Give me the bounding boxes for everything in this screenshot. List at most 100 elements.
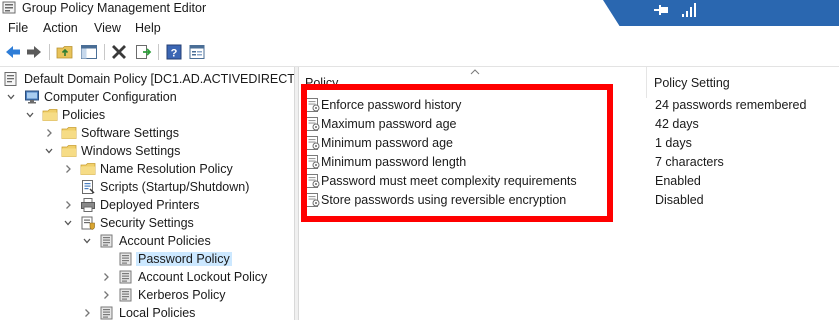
tree-item-label: Account Lockout Policy	[138, 270, 268, 284]
tree-item-label: Security Settings	[100, 216, 194, 230]
tree-item-password-policy[interactable]: Password Policy	[0, 250, 294, 268]
tree-item-label: Kerberos Policy	[138, 288, 226, 302]
tree-item-security-settings[interactable]: Security Settings	[0, 214, 294, 232]
tree-item-windows-settings[interactable]: Windows Settings	[0, 142, 294, 160]
policy-folder-icon	[99, 305, 115, 320]
tree-item-computer-configuration[interactable]: Computer Configuration	[0, 88, 294, 106]
tree-item-name-resolution-policy[interactable]: Name Resolution Policy	[0, 160, 294, 178]
policy-setting-value: Disabled	[655, 193, 704, 207]
list-header: Policy Policy Setting	[299, 67, 839, 98]
policy-setting-icon	[305, 135, 320, 151]
gpo-editor-icon	[2, 1, 16, 14]
policy-row[interactable]: Password must meet complexity requiremen…	[299, 172, 839, 191]
tree-item-label: Local Policies	[119, 306, 196, 320]
expand-chevron-icon[interactable]	[44, 127, 54, 139]
policy-row[interactable]: Enforce password history 24 passwords rem…	[299, 96, 839, 115]
tree-item-label: Computer Configuration	[44, 90, 177, 104]
policy-row[interactable]: Minimum password age 1 days	[299, 134, 839, 153]
expand-chevron-icon[interactable]	[82, 307, 92, 319]
expand-chevron-icon[interactable]	[63, 163, 73, 175]
help-icon[interactable]: ?	[165, 43, 183, 61]
policy-setting-icon	[305, 154, 320, 170]
toolbar: ?	[0, 40, 839, 66]
expand-chevron-icon[interactable]	[63, 199, 73, 211]
tree-item-label: Account Policies	[119, 234, 211, 248]
folder-icon	[80, 161, 96, 177]
delete-icon[interactable]	[110, 43, 128, 61]
up-folder-icon[interactable]	[56, 43, 74, 61]
tree-item-label: Policies	[62, 108, 106, 122]
menu-file[interactable]: File	[8, 21, 28, 36]
policy-name: Store passwords using reversible encrypt…	[321, 193, 567, 207]
collapse-chevron-icon[interactable]	[82, 235, 92, 247]
svg-text:?: ?	[171, 48, 178, 60]
tree-item-label: Password Policy	[136, 252, 232, 266]
signal-strength-icon	[682, 3, 696, 17]
policy-row[interactable]: Minimum password length 7 characters	[299, 153, 839, 172]
menu-view[interactable]: View	[94, 21, 121, 36]
collapse-chevron-icon[interactable]	[44, 145, 54, 157]
tree-item-scripts-startup-shutdown[interactable]: Scripts (Startup/Shutdown)	[0, 178, 294, 196]
menu-help[interactable]: Help	[135, 21, 161, 36]
folder-icon	[42, 107, 58, 123]
forward-icon[interactable]	[25, 43, 43, 61]
policy-setting-icon	[305, 97, 320, 113]
policy-name: Enforce password history	[321, 98, 462, 112]
tree-item-label: Software Settings	[81, 126, 179, 140]
policy-setting-value: 7 characters	[655, 155, 724, 169]
policy-setting-value: 1 days	[655, 136, 692, 150]
policy-setting-icon	[305, 173, 320, 189]
script-icon	[80, 179, 96, 195]
policy-name: Password must meet complexity requiremen…	[321, 174, 577, 188]
tree-item-software-settings[interactable]: Software Settings	[0, 124, 294, 142]
policy-row[interactable]: Maximum password age 42 days	[299, 115, 839, 134]
tree-item-default-domain-policy-dc1-ad-activedirec[interactable]: Default Domain Policy [DC1.AD.ACTIVEDIRE…	[0, 70, 294, 88]
console-tree[interactable]: Default Domain Policy [DC1.AD.ACTIVEDIRE…	[0, 67, 294, 320]
policy-folder-icon	[118, 287, 134, 303]
details-pane: Policy Policy Setting Enforce password h…	[299, 67, 839, 320]
menu-bar: File Action View Help	[0, 17, 603, 39]
tree-item-label: Name Resolution Policy	[100, 162, 233, 176]
printer-icon	[80, 197, 96, 213]
tree-item-label: Default Domain Policy [DC1.AD.ACTIVEDIRE…	[24, 72, 294, 86]
policy-setting-value: 42 days	[655, 117, 699, 131]
window-title: Group Policy Management Editor	[22, 1, 207, 15]
collapse-chevron-icon[interactable]	[63, 217, 73, 229]
tree-item-label: Windows Settings	[81, 144, 181, 158]
policy-setting-value: Enabled	[655, 174, 701, 188]
tree-item-policies[interactable]: Policies	[0, 106, 294, 124]
folder-icon	[61, 125, 77, 141]
column-header-policy-setting[interactable]: Policy Setting	[654, 76, 730, 91]
tree-item-kerberos-policy[interactable]: Kerberos Policy	[0, 286, 294, 304]
policy-folder-icon	[118, 251, 134, 267]
tree-item-account-policies[interactable]: Account Policies	[0, 232, 294, 250]
computer-icon	[24, 89, 40, 105]
policy-setting-icon	[305, 116, 320, 132]
tree-item-label: Deployed Printers	[100, 198, 200, 212]
policy-setting-icon	[305, 192, 320, 208]
pin-icon[interactable]	[651, 2, 671, 18]
back-icon[interactable]	[4, 43, 22, 61]
column-separator[interactable]	[646, 67, 647, 98]
sort-ascending-icon	[470, 69, 480, 75]
policy-folder-icon	[99, 233, 115, 249]
policy-name: Maximum password age	[321, 117, 457, 131]
export-list-icon[interactable]	[134, 43, 152, 61]
tree-item-local-policies[interactable]: Local Policies	[0, 304, 294, 320]
policy-row[interactable]: Store passwords using reversible encrypt…	[299, 191, 839, 210]
security-icon	[80, 215, 96, 231]
properties-icon[interactable]	[188, 43, 206, 61]
show-hide-tree-icon[interactable]	[80, 43, 98, 61]
policy-setting-value: 24 passwords remembered	[655, 98, 807, 112]
column-header-policy[interactable]: Policy	[305, 76, 338, 91]
policy-folder-icon	[118, 269, 134, 285]
folder-icon	[61, 143, 77, 159]
policy-name: Minimum password age	[321, 136, 453, 150]
tree-item-deployed-printers[interactable]: Deployed Printers	[0, 196, 294, 214]
collapse-chevron-icon[interactable]	[6, 91, 16, 103]
collapse-chevron-icon[interactable]	[25, 109, 35, 121]
menu-action[interactable]: Action	[43, 21, 78, 36]
tree-item-account-lockout-policy[interactable]: Account Lockout Policy	[0, 268, 294, 286]
expand-chevron-icon[interactable]	[101, 271, 111, 283]
expand-chevron-icon[interactable]	[101, 289, 111, 301]
